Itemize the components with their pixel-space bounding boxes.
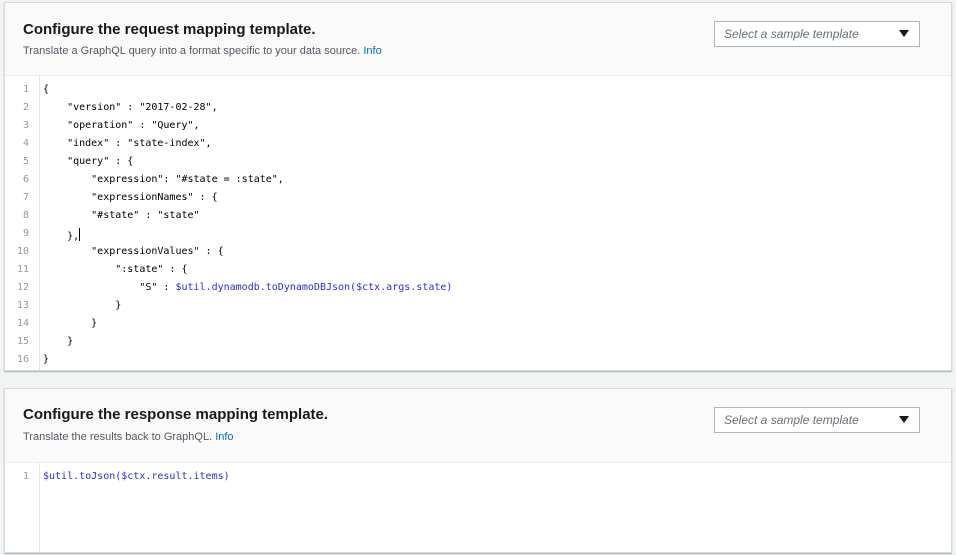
code-text: } [43,354,50,365]
line-number: 6 [22,174,29,185]
code-line: 10 "expressionValues" : { [5,243,951,261]
line-number: 9 [22,228,29,239]
request-panel-title: Configure the request mapping template. [23,21,316,38]
line-number: 13 [16,300,29,311]
response-info-link[interactable]: Info [215,431,233,443]
code-text: "S" : $util.dynamodb.toDynamoDBJson($ctx… [43,282,453,293]
request-panel-header: Configure the request mapping template. … [5,3,951,76]
request-panel-description: Translate a GraphQL query into a format … [23,45,382,57]
caret-down-icon [899,30,909,37]
code-line: 14 } [5,315,951,333]
request-description-text: Translate a GraphQL query into a format … [23,45,361,57]
line-number: 4 [22,138,29,149]
code-line: 2 "version" : "2017-02-28", [5,99,951,117]
request-template-panel: Configure the request mapping template. … [4,2,952,371]
code-line: 9 }, [5,225,951,243]
code-text: } [43,318,98,329]
response-panel-description: Translate the results back to GraphQL. I… [23,431,234,443]
code-text: "index" : "state-index", [43,138,212,149]
response-panel-header: Configure the response mapping template.… [5,389,951,463]
request-info-link[interactable]: Info [363,45,381,57]
code-line: 7 "expressionNames" : { [5,189,951,207]
code-line: 12 "S" : $util.dynamodb.toDynamoDBJson($… [5,279,951,297]
line-number: 2 [22,102,29,113]
code-line: 11 ":state" : { [5,261,951,279]
line-number: 1 [22,84,29,95]
code-line: 4 "index" : "state-index", [5,135,951,153]
code-text: } [43,336,74,347]
code-line: 3 "operation" : "Query", [5,117,951,135]
line-number: 1 [22,471,29,482]
response-sample-template-select[interactable]: Select a sample template [714,407,920,433]
code-line: 15 } [5,333,951,351]
code-line: 5 "query" : { [5,153,951,171]
response-description-text: Translate the results back to GraphQL. [23,431,213,443]
line-number: 16 [16,354,29,365]
code-text: "query" : { [43,156,134,167]
code-text: $util.toJson($ctx.result.items) [43,471,230,482]
response-select-placeholder: Select a sample template [724,413,859,427]
code-line: 8 "#state" : "state" [5,207,951,225]
code-text: "#state" : "state" [43,210,200,221]
code-line: 1 $util.toJson($ctx.result.items) [5,468,951,486]
line-number: 8 [22,210,29,221]
code-text: "expressionValues" : { [43,246,224,257]
code-line: 1{ [5,81,951,99]
line-number: 5 [22,156,29,167]
code-line: 16} [5,351,951,369]
line-number: 14 [16,318,29,329]
code-text: { [43,84,50,95]
response-panel-title: Configure the response mapping template. [23,406,329,423]
code-line: 6 "expression": "#state = :state", [5,171,951,189]
code-text: "version" : "2017-02-28", [43,102,218,113]
code-text: }, [43,228,81,242]
response-template-panel: Configure the response mapping template.… [4,388,952,553]
code-line: 13 } [5,297,951,315]
code-text: "expression": "#state = :state", [43,174,284,185]
code-text: "operation" : "Query", [43,120,200,131]
request-code-editor[interactable]: 1{2 "version" : "2017-02-28", 3 "operatio… [5,76,951,370]
code-text: "expressionNames" : { [43,192,218,203]
line-number: 15 [16,336,29,347]
line-number: 11 [16,264,29,275]
text-cursor [79,228,81,241]
request-sample-template-select[interactable]: Select a sample template [714,21,920,47]
line-number: 7 [22,192,29,203]
response-code-editor[interactable]: 1 $util.toJson($ctx.result.items) [5,463,951,552]
caret-down-icon [899,416,909,423]
code-text: ":state" : { [43,264,188,275]
line-number: 10 [16,246,29,257]
code-text: } [43,300,122,311]
line-number: 12 [16,282,29,293]
request-select-placeholder: Select a sample template [724,27,859,41]
line-number: 3 [22,120,29,131]
